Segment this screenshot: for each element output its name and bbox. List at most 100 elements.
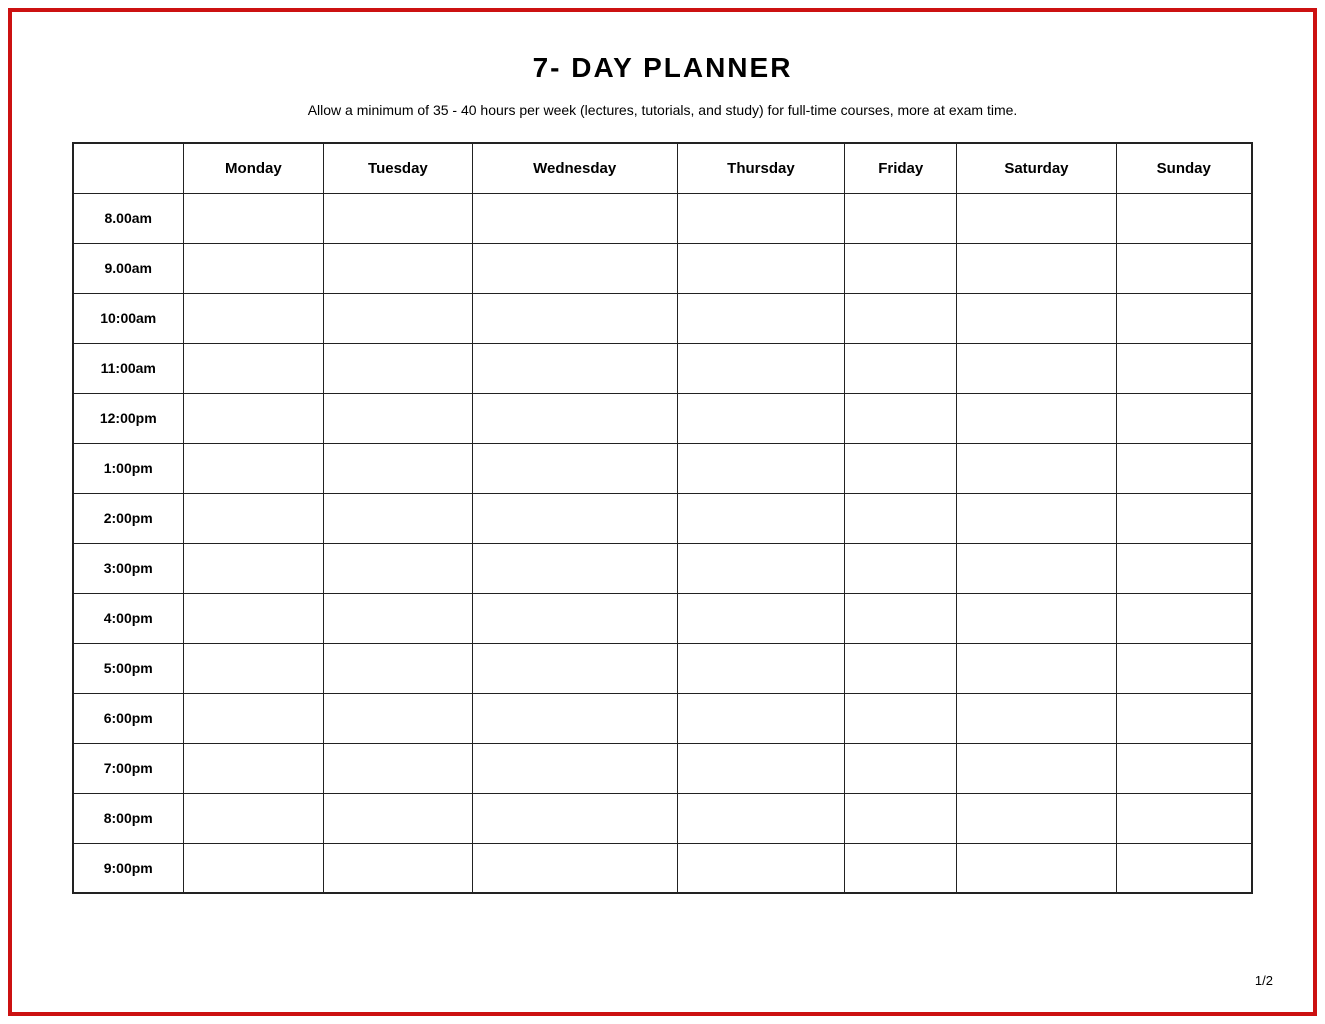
schedule-cell[interactable]	[845, 643, 957, 693]
schedule-cell[interactable]	[183, 543, 324, 593]
schedule-cell[interactable]	[845, 743, 957, 793]
schedule-cell[interactable]	[677, 643, 844, 693]
schedule-cell[interactable]	[957, 793, 1116, 843]
schedule-cell[interactable]	[845, 543, 957, 593]
schedule-cell[interactable]	[324, 843, 472, 893]
schedule-cell[interactable]	[845, 193, 957, 243]
schedule-cell[interactable]	[472, 393, 677, 443]
schedule-cell[interactable]	[183, 643, 324, 693]
schedule-cell[interactable]	[1116, 593, 1252, 643]
schedule-cell[interactable]	[472, 543, 677, 593]
schedule-cell[interactable]	[1116, 443, 1252, 493]
schedule-cell[interactable]	[845, 293, 957, 343]
schedule-cell[interactable]	[1116, 243, 1252, 293]
schedule-cell[interactable]	[472, 193, 677, 243]
schedule-cell[interactable]	[183, 793, 324, 843]
schedule-cell[interactable]	[183, 243, 324, 293]
schedule-cell[interactable]	[183, 493, 324, 543]
schedule-cell[interactable]	[183, 393, 324, 443]
schedule-cell[interactable]	[1116, 543, 1252, 593]
schedule-cell[interactable]	[957, 843, 1116, 893]
schedule-cell[interactable]	[1116, 293, 1252, 343]
schedule-cell[interactable]	[957, 743, 1116, 793]
schedule-cell[interactable]	[957, 193, 1116, 243]
schedule-cell[interactable]	[183, 293, 324, 343]
schedule-cell[interactable]	[677, 243, 844, 293]
schedule-cell[interactable]	[677, 743, 844, 793]
schedule-cell[interactable]	[183, 843, 324, 893]
schedule-cell[interactable]	[1116, 193, 1252, 243]
schedule-cell[interactable]	[845, 393, 957, 443]
schedule-cell[interactable]	[183, 443, 324, 493]
time-cell: 2:00pm	[73, 493, 183, 543]
schedule-cell[interactable]	[845, 843, 957, 893]
schedule-cell[interactable]	[183, 693, 324, 743]
schedule-cell[interactable]	[957, 693, 1116, 743]
schedule-cell[interactable]	[472, 243, 677, 293]
schedule-cell[interactable]	[472, 743, 677, 793]
schedule-cell[interactable]	[845, 693, 957, 743]
schedule-cell[interactable]	[1116, 493, 1252, 543]
schedule-cell[interactable]	[957, 343, 1116, 393]
schedule-cell[interactable]	[1116, 843, 1252, 893]
schedule-cell[interactable]	[324, 243, 472, 293]
schedule-cell[interactable]	[183, 193, 324, 243]
header-tuesday: Tuesday	[324, 143, 472, 193]
schedule-cell[interactable]	[677, 493, 844, 543]
schedule-cell[interactable]	[845, 493, 957, 543]
schedule-cell[interactable]	[845, 793, 957, 843]
schedule-cell[interactable]	[957, 443, 1116, 493]
schedule-cell[interactable]	[845, 243, 957, 293]
schedule-cell[interactable]	[324, 343, 472, 393]
schedule-cell[interactable]	[324, 493, 472, 543]
schedule-cell[interactable]	[677, 793, 844, 843]
schedule-cell[interactable]	[472, 343, 677, 393]
schedule-cell[interactable]	[183, 743, 324, 793]
schedule-cell[interactable]	[1116, 343, 1252, 393]
schedule-cell[interactable]	[324, 193, 472, 243]
schedule-cell[interactable]	[677, 443, 844, 493]
schedule-cell[interactable]	[845, 343, 957, 393]
schedule-cell[interactable]	[1116, 743, 1252, 793]
schedule-cell[interactable]	[324, 793, 472, 843]
schedule-cell[interactable]	[677, 543, 844, 593]
schedule-cell[interactable]	[324, 743, 472, 793]
schedule-cell[interactable]	[1116, 393, 1252, 443]
schedule-cell[interactable]	[677, 593, 844, 643]
schedule-cell[interactable]	[677, 293, 844, 343]
schedule-cell[interactable]	[957, 543, 1116, 593]
schedule-cell[interactable]	[957, 593, 1116, 643]
schedule-cell[interactable]	[472, 443, 677, 493]
schedule-cell[interactable]	[957, 393, 1116, 443]
schedule-cell[interactable]	[472, 793, 677, 843]
schedule-cell[interactable]	[957, 243, 1116, 293]
schedule-cell[interactable]	[472, 493, 677, 543]
schedule-cell[interactable]	[324, 643, 472, 693]
schedule-cell[interactable]	[183, 593, 324, 643]
schedule-cell[interactable]	[472, 843, 677, 893]
schedule-cell[interactable]	[677, 843, 844, 893]
schedule-cell[interactable]	[324, 443, 472, 493]
schedule-cell[interactable]	[845, 443, 957, 493]
schedule-cell[interactable]	[472, 643, 677, 693]
schedule-cell[interactable]	[1116, 693, 1252, 743]
schedule-cell[interactable]	[472, 293, 677, 343]
schedule-cell[interactable]	[324, 693, 472, 743]
schedule-cell[interactable]	[324, 593, 472, 643]
schedule-cell[interactable]	[677, 343, 844, 393]
schedule-cell[interactable]	[677, 193, 844, 243]
schedule-cell[interactable]	[677, 693, 844, 743]
schedule-cell[interactable]	[472, 693, 677, 743]
schedule-cell[interactable]	[324, 393, 472, 443]
schedule-cell[interactable]	[957, 493, 1116, 543]
schedule-cell[interactable]	[1116, 793, 1252, 843]
schedule-cell[interactable]	[324, 293, 472, 343]
schedule-cell[interactable]	[957, 643, 1116, 693]
schedule-cell[interactable]	[845, 593, 957, 643]
schedule-cell[interactable]	[677, 393, 844, 443]
schedule-cell[interactable]	[183, 343, 324, 393]
schedule-cell[interactable]	[324, 543, 472, 593]
schedule-cell[interactable]	[1116, 643, 1252, 693]
schedule-cell[interactable]	[957, 293, 1116, 343]
schedule-cell[interactable]	[472, 593, 677, 643]
